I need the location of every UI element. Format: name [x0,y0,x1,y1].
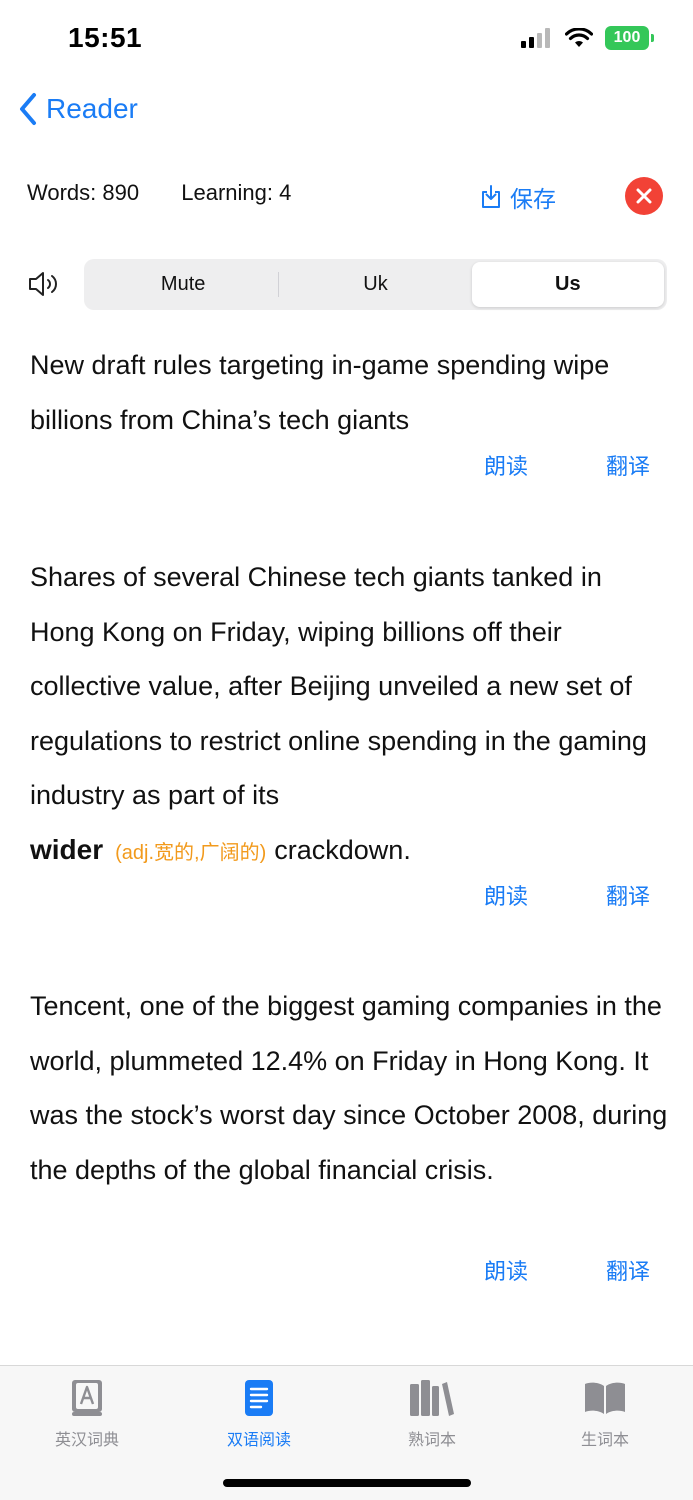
speaker-icon [29,272,57,296]
tab-bilingual-reading[interactable]: 双语阅读 [199,1376,319,1450]
voice-segmented-control: Mute Uk Us [84,259,667,310]
tab-label: 生词本 [580,1432,629,1449]
battery-icon: 100 [605,26,654,50]
status-icons: 100 [521,26,654,50]
home-indicator [223,1479,471,1487]
read-aloud-button[interactable]: 朗读 [484,449,528,481]
translate-button[interactable]: 翻译 [606,449,650,481]
tab-new-words[interactable]: 生词本 [545,1376,665,1450]
word-count: Words: 890 [27,180,140,205]
paragraph-2: Shares of several Chinese tech giants ta… [30,550,670,880]
translate-button[interactable]: 翻译 [606,879,650,911]
read-aloud-button[interactable]: 朗读 [484,879,528,911]
chevron-left-icon [20,93,36,125]
highlighted-word[interactable]: wider [30,834,103,865]
back-button[interactable]: Reader [18,92,138,126]
library-icon [410,1380,454,1416]
translate-button[interactable]: 翻译 [606,1254,650,1286]
status-time: 15:51 [68,22,143,53]
book-icon [585,1382,625,1414]
learning-count: Learning: 4 [181,180,292,205]
paragraph-2-actions: 朗读 翻译 [484,879,650,911]
close-icon [636,188,652,204]
close-button[interactable] [625,177,663,215]
reading-icon [245,1380,273,1416]
paragraph-1-actions: 朗读 翻译 [484,449,650,481]
tab-dictionary[interactable]: 英汉词典 [27,1376,147,1450]
tab-label: 英汉词典 [54,1432,119,1449]
cellular-signal-icon [521,28,550,48]
stats-row: Words: 890 Learning: 4 [27,180,327,206]
voice-option-mute[interactable]: Mute [87,262,280,307]
read-aloud-button[interactable]: 朗读 [484,1254,528,1286]
voice-option-us[interactable]: Us [471,262,664,307]
voice-option-uk[interactable]: Uk [279,262,471,307]
tab-known-words[interactable]: 熟词本 [372,1376,492,1450]
status-bar: 15:51 100 [0,0,693,80]
paragraph-3-actions: 朗读 翻译 [484,1254,650,1286]
dictionary-icon [72,1380,102,1416]
tab-label: 熟词本 [407,1432,456,1449]
back-label: Reader [46,93,138,124]
save-button[interactable]: 保存 [480,180,556,214]
save-icon [482,185,500,208]
wifi-icon [565,28,593,47]
word-gloss: (adj.宽的,广阔的) [115,841,267,864]
battery-level: 100 [613,29,641,46]
paragraph-1: New draft rules targeting in-game spendi… [30,350,610,435]
reader-screen: 15:51 100 Reader Words: 890 Learning: 4 … [0,0,693,1500]
paragraph-2-text: Shares of several Chinese tech giants ta… [30,562,647,810]
paragraph-3: Tencent, one of the biggest gaming compa… [30,991,668,1185]
tab-label: 双语阅读 [226,1432,291,1449]
save-label: 保存 [510,186,556,212]
paragraph-2-tail: crackdown. [274,834,411,865]
